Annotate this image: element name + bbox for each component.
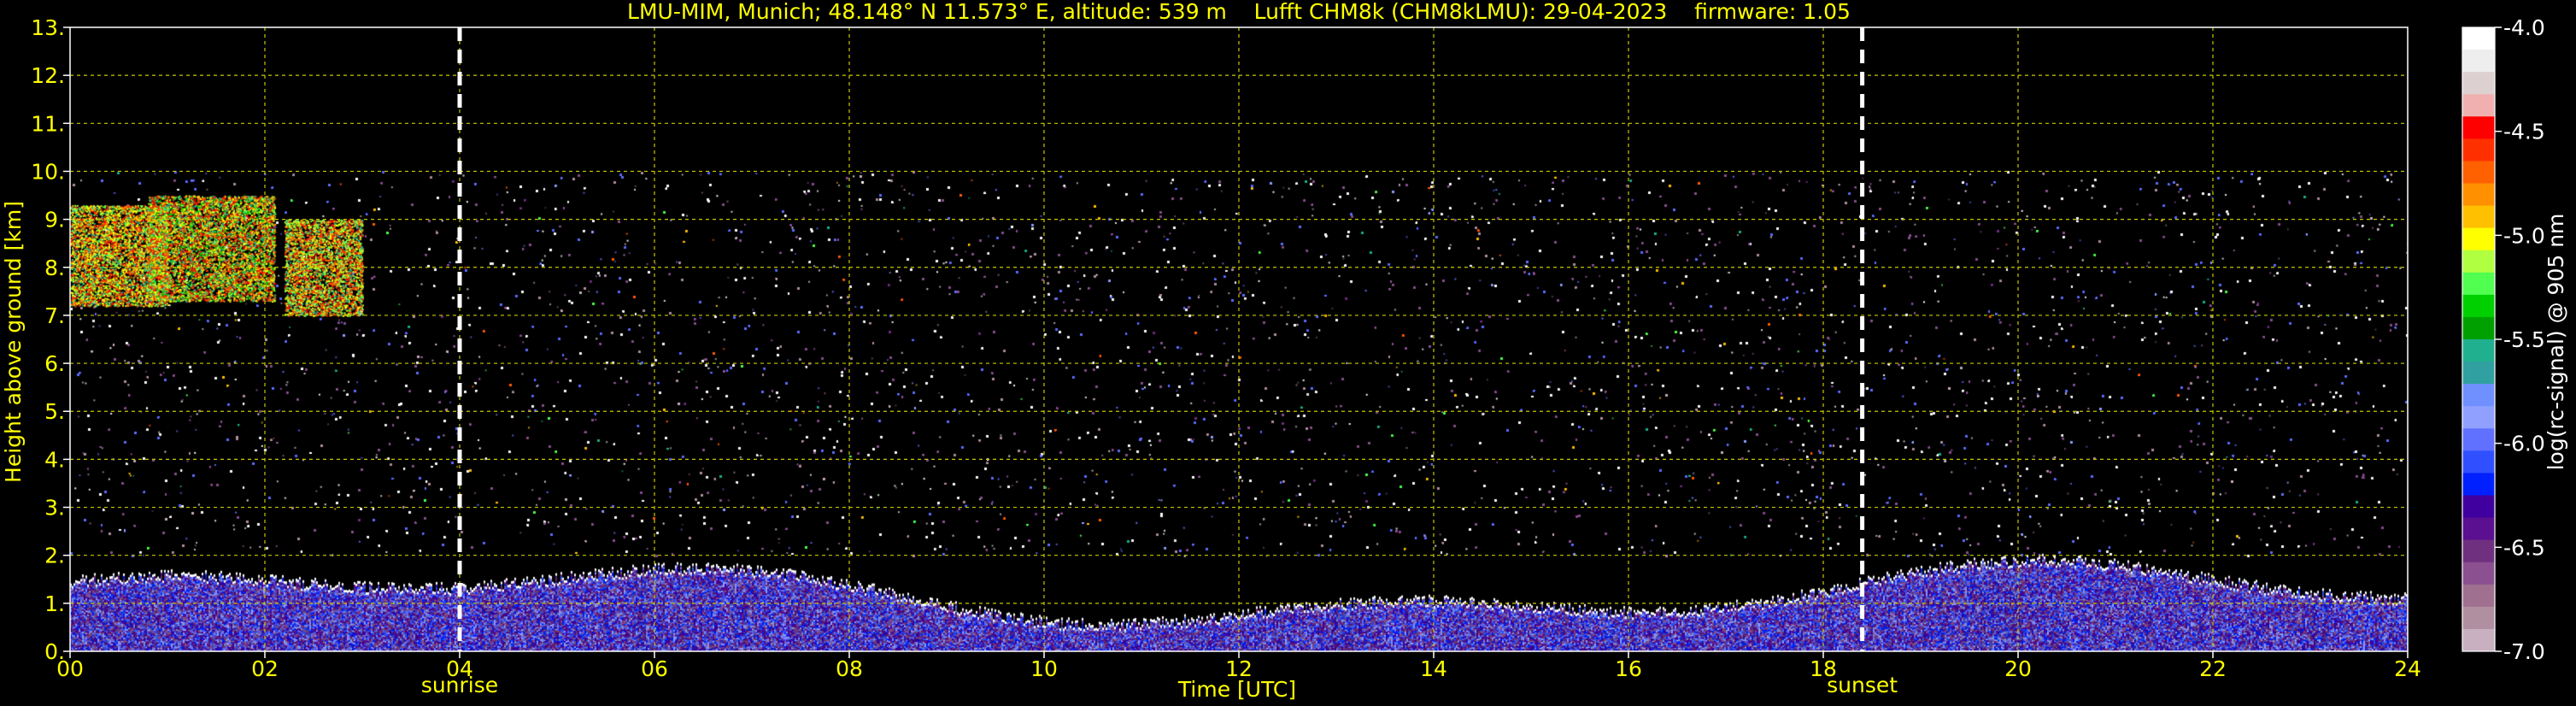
colorbar-segment <box>2462 606 2495 630</box>
colorbar-tick-label: -4.0 <box>2503 15 2545 40</box>
colorbar-tick-label: -7.0 <box>2503 639 2545 664</box>
colorbar-segment <box>2462 94 2495 117</box>
y-axis-label: Height above ground [km] <box>1 201 26 483</box>
ceilometer-chart: LMU-MIM, Munich; 48.148° N 11.573° E, al… <box>0 0 2576 706</box>
colorbar-segment <box>2462 450 2495 474</box>
x-tick-label: 22 <box>2199 656 2227 681</box>
colorbar-tick-label: -5.0 <box>2503 223 2545 248</box>
y-tick-label: 1. <box>44 591 65 616</box>
x-tick-label: 16 <box>1615 656 1642 681</box>
y-tick-label: 12. <box>31 63 65 88</box>
colorbar-segment <box>2462 116 2495 139</box>
y-tick-label: 5. <box>44 399 65 424</box>
colorbar-tick-label: -6.5 <box>2503 535 2545 560</box>
signal-heatmap <box>70 27 2408 651</box>
y-tick-label: 10. <box>31 159 65 184</box>
x-tick-label: 04 <box>446 656 473 681</box>
x-tick-label: 10 <box>1030 656 1058 681</box>
plot-area: sunrise sunset00 02 04 06 08 10 12 14 16 18 20 22 240… <box>31 15 2421 697</box>
chart-root: LMU-MIM, Munich; 48.148° N 11.573° E, al… <box>0 0 2576 706</box>
colorbar-segment <box>2462 406 2495 429</box>
y-tick-label: 8. <box>44 256 65 280</box>
y-tick-label: 13. <box>31 15 65 40</box>
colorbar-segment <box>2462 473 2495 496</box>
colorbar-segment <box>2462 428 2495 451</box>
colorbar-segment <box>2462 161 2495 184</box>
colorbar-segment <box>2462 517 2495 541</box>
colorbar-segment <box>2462 628 2495 652</box>
colorbar-segment <box>2462 205 2495 229</box>
y-tick-label: 0. <box>44 639 65 664</box>
x-tick-label: 02 <box>251 656 279 681</box>
colorbar-segment <box>2462 584 2495 608</box>
x-tick-label: 12 <box>1225 656 1253 681</box>
colorbar-segment <box>2462 50 2495 73</box>
x-tick-label: 08 <box>836 656 863 681</box>
colorbar-segment <box>2462 294 2495 318</box>
x-tick-label: 18 <box>1810 656 1837 681</box>
colorbar-segment <box>2462 138 2495 162</box>
colorbar-segment <box>2462 227 2495 251</box>
colorbar-label: log(rc-signal) @ 905 nm <box>2544 214 2568 471</box>
marker-label: sunset <box>1827 673 1898 697</box>
x-tick-label: 06 <box>641 656 668 681</box>
colorbar-segment <box>2462 362 2495 385</box>
chart-title: LMU-MIM, Munich; 48.148° N 11.573° E, al… <box>627 0 1851 24</box>
colorbar-segment <box>2462 539 2495 563</box>
colorbar-tick-label: -4.5 <box>2503 120 2545 144</box>
y-tick-label: 9. <box>44 208 65 232</box>
colorbar-segment <box>2462 495 2495 519</box>
colorbar-tick-label: -6.0 <box>2503 432 2545 456</box>
colorbar-segment <box>2462 72 2495 95</box>
colorbar-segment <box>2462 384 2495 407</box>
y-tick-label: 6. <box>44 351 65 376</box>
y-tick-label: 3. <box>44 496 65 521</box>
colorbar-segment <box>2462 250 2495 274</box>
x-tick-label: 20 <box>2004 656 2032 681</box>
x-tick-label: 24 <box>2394 656 2421 681</box>
y-tick-label: 2. <box>44 544 65 568</box>
colorbar-tick-label: -5.5 <box>2503 327 2545 352</box>
y-tick-label: 7. <box>44 303 65 328</box>
x-tick-label: 14 <box>1420 656 1447 681</box>
y-tick-label: 4. <box>44 447 65 472</box>
colorbar-segment <box>2462 183 2495 207</box>
colorbar-segment <box>2462 339 2495 362</box>
colorbar-segment <box>2462 562 2495 585</box>
colorbar-segment <box>2462 316 2495 340</box>
colorbar-segment <box>2462 272 2495 296</box>
colorbar-segment <box>2462 27 2495 50</box>
y-tick-label: 11. <box>31 111 65 136</box>
